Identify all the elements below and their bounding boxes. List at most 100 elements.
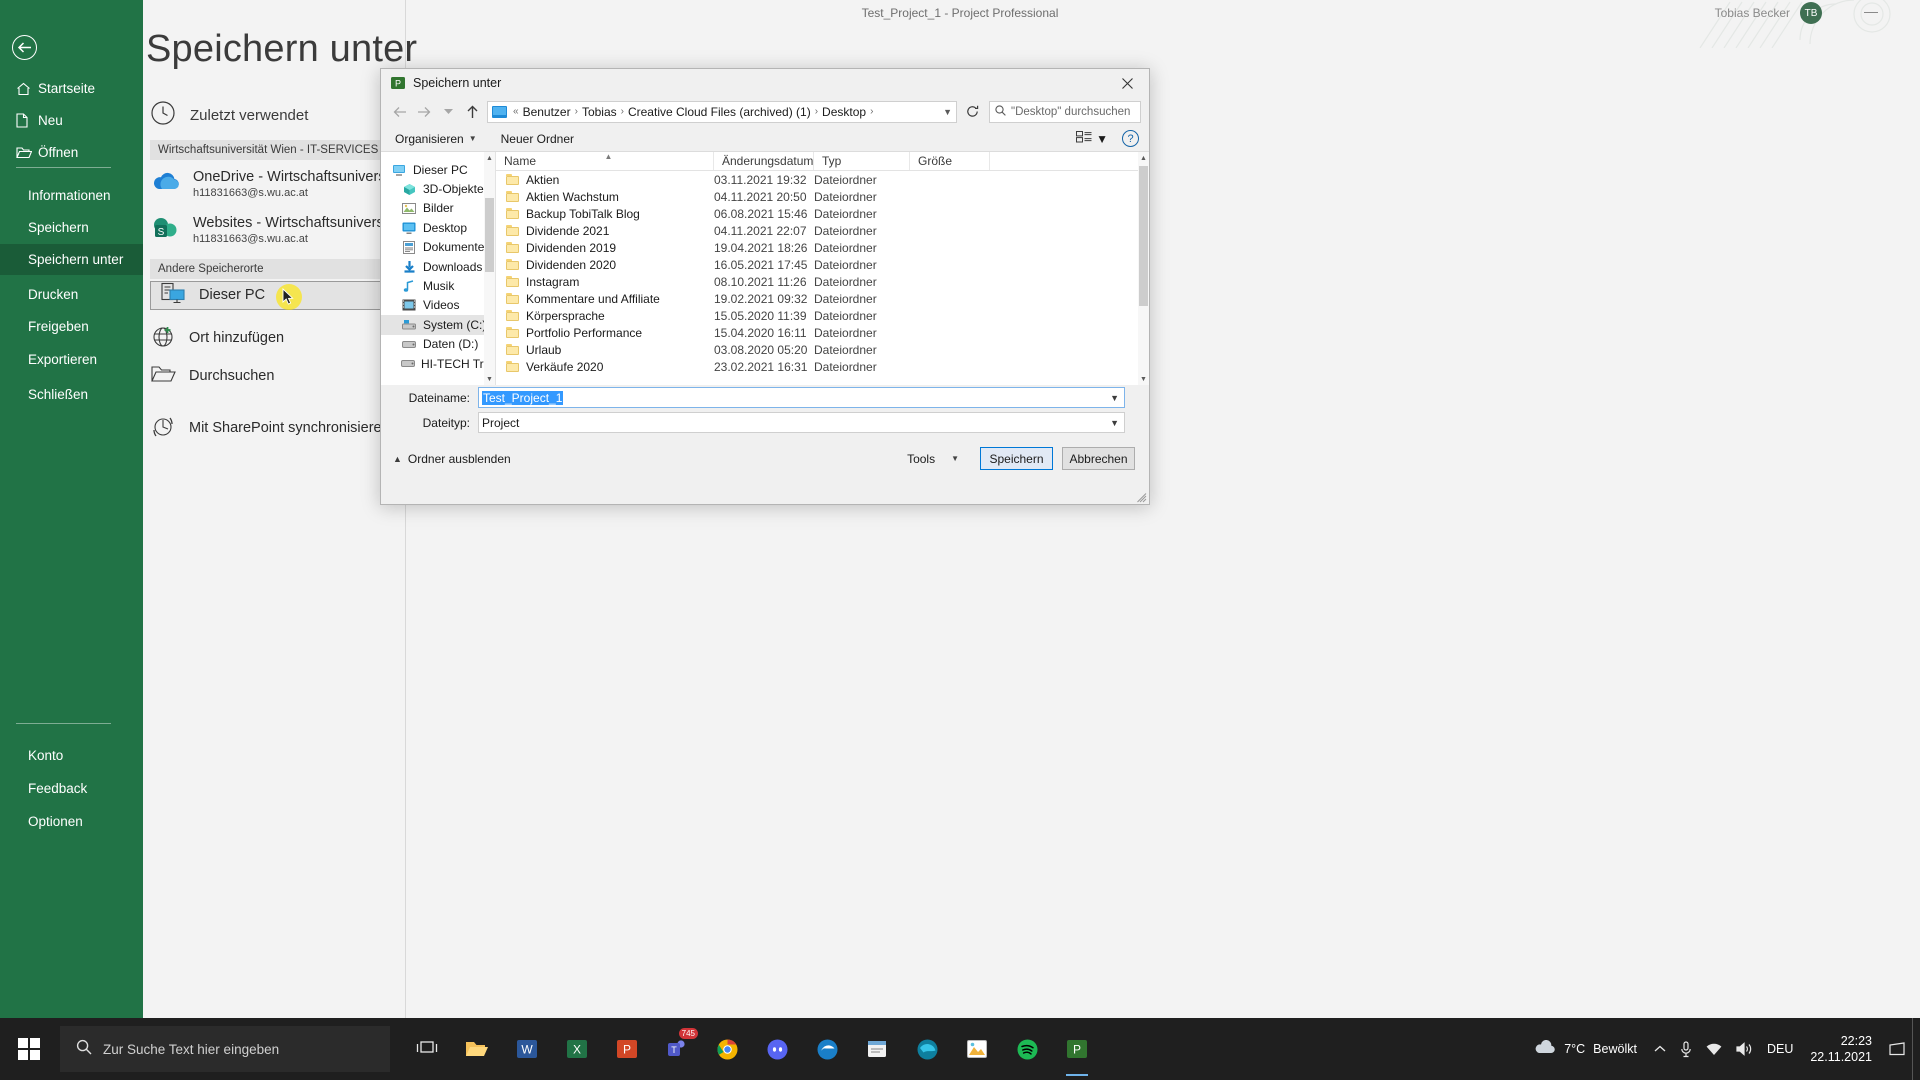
nav-item-desktop[interactable]: Desktop [381, 218, 495, 237]
sidebar-item-optionen[interactable]: Optionen [0, 806, 143, 837]
table-row[interactable]: Dividenden 2019 19.04.2021 18:26 Dateiordn… [496, 239, 1149, 256]
filename-input[interactable]: Test_Project_1 ▼ [478, 387, 1125, 408]
edge-legacy-icon[interactable] [802, 1018, 852, 1080]
filetype-select[interactable]: Project ▼ [478, 412, 1125, 433]
sidebar-item-oeffnen[interactable]: Öffnen [0, 137, 143, 168]
scrollbar-thumb[interactable] [485, 198, 494, 272]
column-header-modified[interactable]: Änderungsdatum [714, 152, 814, 170]
show-desktop-button[interactable] [1912, 1018, 1920, 1080]
sidebar-item-speichern-unter[interactable]: Speichern unter [0, 244, 143, 275]
powerpoint-icon[interactable]: P [602, 1018, 652, 1080]
back-arrow-icon[interactable] [389, 101, 411, 123]
scroll-up-icon[interactable]: ▲ [1138, 152, 1149, 164]
column-header-size[interactable]: Größe [910, 152, 990, 170]
chevron-down-icon[interactable]: ▼ [1110, 393, 1119, 403]
forward-arrow-icon[interactable] [413, 101, 435, 123]
nav-item-daten-d[interactable]: Daten (D:) [381, 335, 495, 354]
table-row[interactable]: Körpersprache 15.05.2020 11:39 Dateiordner [496, 307, 1149, 324]
search-input[interactable]: Zur Suche Text hier eingeben [60, 1026, 390, 1072]
breadcrumb-overflow[interactable]: « [511, 106, 521, 117]
sidebar-item-startseite[interactable]: Startseite [0, 73, 143, 104]
breadcrumb-separator[interactable]: › [619, 106, 626, 117]
teams-icon[interactable]: T 745 [652, 1018, 702, 1080]
scroll-down-icon[interactable]: ▼ [484, 373, 495, 385]
sidebar-item-konto[interactable]: Konto [0, 740, 143, 771]
chrome-icon[interactable] [702, 1018, 752, 1080]
sidebar-item-feedback[interactable]: Feedback [0, 773, 143, 804]
discord-icon[interactable] [752, 1018, 802, 1080]
tools-button[interactable]: Tools ▼ [901, 447, 965, 470]
nav-pane-scrollbar[interactable]: ▲ ▼ [484, 152, 495, 385]
volume-icon[interactable] [1729, 1018, 1760, 1080]
breadcrumb-part-benutzer[interactable]: Benutzer [521, 105, 573, 119]
breadcrumb[interactable]: « Benutzer › Tobias › Creative Cloud Fil… [487, 100, 957, 123]
table-row[interactable]: Urlaub 03.08.2020 05:20 Dateiordner [496, 341, 1149, 358]
weather-widget[interactable]: 7°C Bewölkt [1524, 1039, 1647, 1058]
sidebar-item-speichern[interactable]: Speichern [0, 212, 143, 243]
breadcrumb-separator[interactable]: › [573, 106, 580, 117]
chevron-down-icon[interactable]: ▼ [1110, 418, 1119, 428]
table-row[interactable]: Aktien 03.11.2021 19:32 Dateiordner [496, 171, 1149, 188]
action-center-icon[interactable] [1882, 1018, 1912, 1080]
breadcrumb-part-desktop[interactable]: Desktop [820, 105, 868, 119]
nav-item-system-c[interactable]: System (C:) [381, 315, 495, 335]
scroll-down-icon[interactable]: ▼ [1138, 373, 1149, 385]
sidebar-item-schliessen[interactable]: Schließen [0, 379, 143, 410]
table-row[interactable]: Backup TobiTalk Blog 06.08.2021 15:46 Date… [496, 205, 1149, 222]
table-row[interactable]: Verkäufe 2020 23.02.2021 16:31 Dateiordner [496, 358, 1149, 375]
breadcrumb-separator[interactable]: › [813, 106, 820, 117]
word-icon[interactable]: W [502, 1018, 552, 1080]
column-header-name[interactable]: ▲ Name [496, 152, 714, 170]
show-hidden-icons-icon[interactable] [1647, 1018, 1673, 1080]
sidebar-item-informationen[interactable]: Informationen [0, 180, 143, 211]
excel-icon[interactable]: X [552, 1018, 602, 1080]
project-icon[interactable]: P [1052, 1018, 1102, 1080]
organize-button[interactable]: Organisieren ▼ [395, 132, 477, 146]
scroll-up-icon[interactable]: ▲ [484, 152, 495, 164]
minimize-button[interactable] [1864, 12, 1878, 13]
file-list-scrollbar[interactable]: ▲ ▼ [1138, 152, 1149, 385]
new-folder-button[interactable]: Neuer Ordner [501, 132, 574, 146]
back-arrow-icon[interactable] [12, 35, 37, 60]
breadcrumb-part-tobias[interactable]: Tobias [580, 105, 619, 119]
breadcrumb-separator[interactable]: › [868, 106, 875, 117]
table-row[interactable]: Dividenden 2020 16.05.2021 17:45 Dateiordn… [496, 256, 1149, 273]
table-row[interactable]: Instagram 08.10.2021 11:26 Dateiordner [496, 273, 1149, 290]
save-button[interactable]: Speichern [980, 447, 1053, 470]
table-row[interactable]: Dividende 2021 04.11.2021 22:07 Dateiordne… [496, 222, 1149, 239]
photos-icon[interactable] [952, 1018, 1002, 1080]
cancel-button[interactable]: Abbrechen [1062, 447, 1135, 470]
up-arrow-icon[interactable] [461, 101, 483, 123]
help-button[interactable]: ? [1122, 130, 1139, 147]
clock[interactable]: 22:23 22.11.2021 [1800, 1033, 1882, 1065]
nav-item-downloads[interactable]: Downloads [381, 257, 495, 276]
nav-item-hi-tech-treiber[interactable]: HI-TECH Treiber [381, 354, 495, 373]
chevron-down-icon[interactable]: ▼ [943, 107, 952, 117]
nav-item-videos[interactable]: Videos [381, 296, 495, 315]
table-row[interactable]: Kommentare und Affiliate 19.02.2021 09:32… [496, 290, 1149, 307]
nav-item-dokumente[interactable]: Dokumente [381, 238, 495, 257]
scrollbar-thumb[interactable] [1139, 166, 1148, 306]
nav-item-bilder[interactable]: Bilder [381, 199, 495, 218]
nav-item-dieser-pc[interactable]: Dieser PC [381, 160, 495, 179]
table-row[interactable]: Portfolio Performance 15.04.2020 16:11 Dat… [496, 324, 1149, 341]
spotify-icon[interactable] [1002, 1018, 1052, 1080]
sidebar-item-freigeben[interactable]: Freigeben [0, 311, 143, 342]
sidebar-item-neu[interactable]: Neu [0, 105, 143, 136]
task-view-icon[interactable] [402, 1018, 452, 1080]
refresh-icon[interactable] [961, 101, 983, 123]
view-mode-button[interactable]: ▼ [1076, 131, 1108, 146]
table-row[interactable]: Aktien Wachstum 04.11.2021 20:50 Dateiordn… [496, 188, 1149, 205]
search-input[interactable]: "Desktop" durchsuchen [989, 100, 1141, 123]
sidebar-item-exportieren[interactable]: Exportieren [0, 344, 143, 375]
microphone-icon[interactable] [1673, 1018, 1699, 1080]
breadcrumb-part-creative-cloud[interactable]: Creative Cloud Files (archived) (1) [626, 105, 813, 119]
edge-icon[interactable] [902, 1018, 952, 1080]
column-header-type[interactable]: Typ [814, 152, 910, 170]
windows-start-icon[interactable] [0, 1018, 58, 1080]
hide-folders-button[interactable]: ▲ Ordner ausblenden [393, 452, 511, 466]
resize-grip[interactable] [1137, 492, 1147, 503]
nav-item-3d-objekte[interactable]: 3D-Objekte [381, 179, 495, 198]
language-indicator[interactable]: DEU [1760, 1018, 1800, 1080]
file-explorer-icon[interactable] [452, 1018, 502, 1080]
